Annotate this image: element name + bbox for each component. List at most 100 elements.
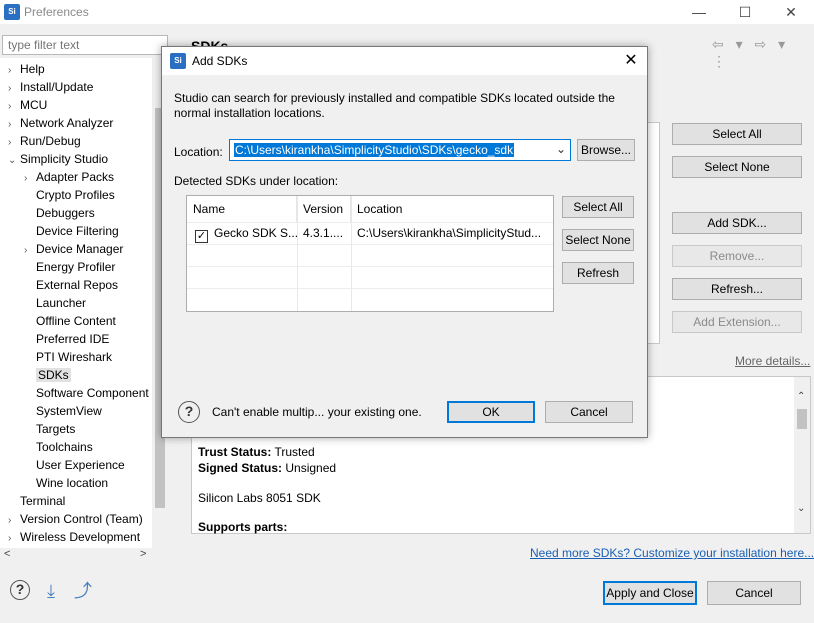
tree-item-label: Toolchains <box>36 440 93 454</box>
import-icon[interactable]: ⤓ <box>40 580 62 602</box>
chevron-down-icon[interactable]: ⌄ <box>556 142 566 156</box>
dialog-status-message: Can't enable multip... your existing one… <box>212 405 422 419</box>
tree-item[interactable]: › Install/Update <box>8 78 93 96</box>
tree-item[interactable]: › Run/Debug <box>8 132 81 150</box>
tree-item[interactable]: Preferred IDE <box>24 330 109 348</box>
tree-item[interactable]: PTI Wireshark <box>24 348 112 366</box>
ok-button[interactable]: OK <box>447 401 535 423</box>
export-icon[interactable]: ⤴ <box>72 580 94 602</box>
tree-item[interactable]: Crypto Profiles <box>24 186 115 204</box>
signed-status-label: Signed Status: <box>198 461 283 475</box>
apply-and-close-button[interactable]: Apply and Close <box>603 581 697 605</box>
help-icon[interactable]: ? <box>10 580 30 600</box>
add-sdk-button[interactable]: Add SDK... <box>672 212 802 234</box>
tree-item[interactable]: Software Component <box>24 384 149 402</box>
tree-item[interactable]: › Adapter Packs <box>24 168 114 186</box>
location-label: Location: <box>174 145 223 159</box>
tree-item-label: Debuggers <box>36 206 95 220</box>
dialog-close-icon[interactable]: ✕ <box>618 51 644 71</box>
tree-item[interactable]: › Help <box>8 60 45 78</box>
tree-item-label: Terminal <box>20 494 66 508</box>
tree-item-label: Install/Update <box>20 80 94 94</box>
scroll-left-icon[interactable]: < <box>4 548 10 560</box>
tree-item[interactable]: Targets <box>24 420 75 438</box>
chevron-right-icon[interactable]: › <box>8 530 20 548</box>
tree-item-label: SDKs <box>36 368 71 382</box>
tree-item-label: Help <box>20 62 45 76</box>
tree-item[interactable]: › Wireless Development <box>8 528 140 546</box>
scroll-up-icon[interactable]: ⌃ <box>797 391 805 402</box>
chevron-down-icon[interactable]: ⌄ <box>8 152 20 170</box>
tree-item[interactable]: Launcher <box>24 294 86 312</box>
tree-item-label: Version Control (Team) <box>20 512 143 526</box>
tree-item-label: Crypto Profiles <box>36 188 115 202</box>
tree-item[interactable]: SDKs <box>24 366 71 384</box>
dialog-select-all-button[interactable]: Select All <box>562 196 634 218</box>
column-header-version[interactable]: Version <box>297 196 351 222</box>
window-close-button[interactable]: ✕ <box>776 2 806 22</box>
detected-sdks-table: Name Version Location ✓ Gecko SDK S... 4.… <box>186 195 554 312</box>
detected-sdks-label: Detected SDKs under location: <box>174 174 339 188</box>
tree-item[interactable]: › Version Control (Team) <box>8 510 143 528</box>
details-scrollbar-thumb[interactable] <box>797 409 807 429</box>
add-sdks-dialog: Si Add SDKs ✕ Studio can search for prev… <box>161 46 648 438</box>
customize-installation-link[interactable]: Need more SDKs? Customize your installat… <box>530 546 814 560</box>
filter-input[interactable] <box>2 35 168 55</box>
select-none-button[interactable]: Select None <box>672 156 802 178</box>
more-details-link[interactable]: More details... <box>735 354 810 368</box>
select-all-button[interactable]: Select All <box>672 123 802 145</box>
tree-item[interactable]: External Repos <box>24 276 118 294</box>
scroll-right-icon[interactable]: > <box>140 548 146 560</box>
add-extension-button[interactable]: Add Extension... <box>672 311 802 333</box>
tree-item[interactable]: Debuggers <box>24 204 95 222</box>
tree-item[interactable]: Terminal <box>8 492 65 510</box>
tree-item-label: Run/Debug <box>20 134 81 148</box>
column-header-location[interactable]: Location <box>351 196 553 222</box>
tree-item-label: Adapter Packs <box>36 170 115 184</box>
details-scrollbar[interactable]: ⌃ ⌄ <box>794 377 810 533</box>
sdk-name: Silicon Labs 8051 SDK <box>198 491 321 505</box>
tree-item-label: User Experience <box>36 458 125 472</box>
sdk-checkbox[interactable]: ✓ <box>195 230 208 243</box>
tree-item-label: Preferred IDE <box>36 332 110 346</box>
tree-item[interactable]: Device Filtering <box>24 222 119 240</box>
scroll-down-icon[interactable]: ⌄ <box>797 503 805 514</box>
cancel-button[interactable]: Cancel <box>707 581 801 605</box>
tree-item[interactable]: Energy Profiler <box>24 258 115 276</box>
tree-item[interactable]: › MCU <box>8 96 47 114</box>
column-header-name[interactable]: Name <box>187 196 297 222</box>
browse-button[interactable]: Browse... <box>577 139 635 161</box>
page-navigation-icons[interactable]: ⇦ ▾ ⇨ ▾ ⋮ <box>712 36 814 70</box>
location-combobox[interactable]: C:\Users\kirankha\SimplicityStudio\SDKs\… <box>229 139 571 161</box>
remove-button[interactable]: Remove... <box>672 245 802 267</box>
dialog-refresh-button[interactable]: Refresh <box>562 262 634 284</box>
tree-item[interactable]: Toolchains <box>24 438 93 456</box>
trust-status-label: Trust Status: <box>198 445 272 459</box>
refresh-sdks-button[interactable]: Refresh... <box>672 278 802 300</box>
app-logo-icon: Si <box>4 4 20 20</box>
tree-item[interactable]: › Network Analyzer <box>8 114 113 132</box>
tree-item[interactable]: ⌄ Simplicity Studio <box>8 150 108 168</box>
sdk-row-version: 4.3.1.... <box>303 226 344 240</box>
tree-item[interactable]: Wine location <box>24 474 108 492</box>
tree-horizontal-scrollbar[interactable]: < > <box>0 548 152 564</box>
dialog-select-none-button[interactable]: Select None <box>562 229 634 251</box>
dialog-logo-icon: Si <box>170 53 186 69</box>
table-row[interactable]: ✓ Gecko SDK S... <box>189 222 297 244</box>
maximize-button[interactable]: ☐ <box>730 2 760 22</box>
tree-item[interactable]: › Device Manager <box>24 240 123 258</box>
tree-item-label: Targets <box>36 422 76 436</box>
tree-item[interactable]: Offline Content <box>24 312 116 330</box>
tree-item-label: Device Filtering <box>36 224 119 238</box>
location-value[interactable]: C:\Users\kirankha\SimplicityStudio\SDKs\… <box>234 143 515 157</box>
tree-item-label: PTI Wireshark <box>36 350 113 364</box>
dialog-cancel-button[interactable]: Cancel <box>545 401 633 423</box>
tree-item[interactable]: SystemView <box>24 402 102 420</box>
supports-parts-label: Supports parts: <box>198 520 288 534</box>
tree-item-label: Offline Content <box>36 314 116 328</box>
dialog-help-icon[interactable]: ? <box>178 401 200 423</box>
tree-item[interactable]: User Experience <box>24 456 125 474</box>
sdk-row-location: C:\Users\kirankha\SimplicityStud... <box>357 226 542 240</box>
window-titlebar: Si Preferences — ☐ ✕ <box>0 0 814 24</box>
minimize-button[interactable]: — <box>684 2 714 22</box>
